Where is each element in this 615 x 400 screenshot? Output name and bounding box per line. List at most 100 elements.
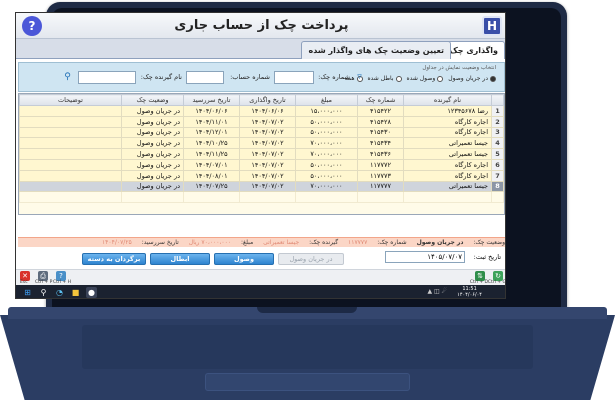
- filter-icon[interactable]: ▿: [353, 71, 366, 84]
- check-number-input[interactable]: [274, 71, 314, 84]
- search-icon[interactable]: ⚲: [38, 287, 49, 298]
- detail-payee-value: جیسا تعمیراتی: [263, 239, 300, 246]
- cell-amount: ۷۰،۰۰۰،۰۰۰: [295, 148, 358, 160]
- header-description[interactable]: توضیحات: [19, 94, 122, 106]
- cell-amount: ۱۵،۰۰۰،۰۰۰: [295, 105, 358, 117]
- edge-browser-icon[interactable]: ◔: [54, 287, 65, 298]
- keyboard-area: [82, 325, 533, 369]
- cell-payee: اجاره کارگاه: [403, 158, 492, 171]
- cell-due-date: ۱۴۰۴/۱۲/۰۱: [183, 126, 240, 139]
- table-row[interactable]: 1 رضا ۱۲۳۴۵۶۷۸ ۴۱۵۴۲۲ ۱۵،۰۰۰،۰۰۰ ۱۴۰۴/۰۶…: [19, 105, 504, 117]
- taskbar-clock[interactable]: 11:51 ۱۴۰۴/۰۶/۰۴: [457, 286, 482, 298]
- row-number: 7: [491, 169, 504, 182]
- checks-table: نام گیرنده شماره چک مبلغ تاریخ واگذاری ت…: [18, 93, 505, 215]
- table-row[interactable]: 5 جیسا تعمیراتی ۴۱۵۴۳۶ ۷۰،۰۰۰،۰۰۰ ۱۴۰۴/۰…: [19, 148, 504, 160]
- cell-check-number: ۴۱۵۴۳۰: [357, 126, 404, 139]
- file-explorer-icon[interactable]: ■: [70, 287, 81, 298]
- cell-assign-date: ۱۴۰۴/۰۷/۰۲: [239, 169, 296, 182]
- laptop-base: [0, 307, 615, 400]
- date-filter-input[interactable]: ۱۴۰۵/۰۷/۰۷: [385, 251, 465, 263]
- radio-in-progress[interactable]: در جریان وصول: [448, 75, 496, 82]
- header-check-number[interactable]: شماره چک: [357, 94, 404, 106]
- cell-payee: جیسا تعمیراتی: [403, 137, 492, 150]
- cell-payee: جیسا تعمیراتی: [403, 180, 492, 193]
- table-row[interactable]: 3 اجاره کارگاه ۴۱۵۴۳۰ ۵۰،۰۰۰،۰۰۰ ۱۴۰۴/۰۷…: [19, 126, 504, 139]
- cell-check-number: ۱۱۷۷۷۷: [357, 180, 404, 193]
- cell-description: [19, 137, 122, 150]
- cell-due-date: ۱۴۰۴/۰۷/۰۱: [183, 158, 240, 171]
- cell-description: [19, 148, 122, 160]
- cell-payee: اجاره کارگاه: [403, 115, 492, 128]
- header-payee[interactable]: نام گیرنده: [403, 94, 492, 106]
- app-taskbar-icon[interactable]: ●: [86, 287, 97, 298]
- cell-amount: ۷۰،۰۰۰،۰۰۰: [295, 137, 358, 150]
- header-amount[interactable]: مبلغ: [295, 94, 358, 106]
- detail-amount-value: ۷۰،۰۰۰،۰۰۰ ریال: [188, 239, 232, 246]
- shortcut-toolbar: ✕ Esc ⎙ Ctrl + P ? Ctrl + H ⇅ Ctrl + D ↻…: [16, 269, 505, 285]
- os-taskbar: ⊞ ⚲ ◔ ■ ● ▲ ◫ ☄ 11:51 ۱۴۰۴/۰۶/۰۴: [16, 285, 505, 298]
- radio-label: باطل شده: [367, 75, 394, 82]
- row-number: 4: [491, 137, 504, 150]
- system-tray: ▲ ◫ ☄: [427, 288, 447, 295]
- cell-description: [19, 158, 122, 171]
- window-title: پرداخت چک از حساب جاری: [174, 18, 349, 33]
- cell-description: [19, 126, 122, 139]
- table-row[interactable]: 6 اجاره کارگاه ۱۱۷۷۷۲ ۵۰،۰۰۰،۰۰۰ ۱۴۰۴/۰۷…: [19, 158, 504, 171]
- header-assign-date[interactable]: تاریخ واگذاری: [239, 94, 296, 106]
- laptop: ? پرداخت چک از حساب جاری H واگذاری چک تع…: [0, 0, 615, 400]
- detail-due-label: تاریخ سررسید:: [141, 239, 179, 246]
- laptop-notch: [257, 307, 357, 313]
- cell-check-number: ۱۱۷۷۷۲: [357, 158, 404, 171]
- table-row[interactable]: 2 اجاره کارگاه ۴۱۵۴۲۸ ۵۰،۰۰۰،۰۰۰ ۱۴۰۴/۰۷…: [19, 115, 504, 128]
- account-number-input[interactable]: [186, 71, 224, 84]
- collected-button[interactable]: وصول: [214, 253, 274, 265]
- tab-assign-check[interactable]: واگذاری چک: [442, 41, 505, 59]
- header-due-date[interactable]: تاریخ سررسید: [183, 94, 240, 106]
- title-bar: ? پرداخت چک از حساب جاری H: [16, 13, 505, 39]
- app-window: ? پرداخت چک از حساب جاری H واگذاری چک تع…: [15, 12, 506, 299]
- cell-check-number: ۴۱۵۴۳۶: [357, 148, 404, 160]
- cell-assign-date: ۱۴۰۴/۰۷/۰۲: [239, 115, 296, 128]
- header-status[interactable]: وضعیت چک: [121, 94, 184, 106]
- radio-collected[interactable]: وصول شده: [407, 75, 444, 82]
- row-number: 2: [491, 115, 504, 128]
- cell-description: [19, 169, 122, 182]
- cell-amount: ۵۰،۰۰۰،۰۰۰: [295, 115, 358, 128]
- tab-set-status[interactable]: تعیین وضعیت چک های واگذار شده: [301, 41, 451, 59]
- cell-description: [19, 105, 122, 117]
- table-row-selected[interactable]: 8 جیسا تعمیراتی ۱۱۷۷۷۷ ۷۰،۰۰۰،۰۰۰ ۱۴۰۴/۰…: [19, 180, 504, 193]
- cell-status: در جریان وصول: [121, 115, 184, 128]
- table-header-row: نام گیرنده شماره چک مبلغ تاریخ واگذاری ت…: [19, 94, 504, 106]
- detail-check-number-label: شماره چک:: [377, 239, 407, 246]
- cell-status: در جریان وصول: [121, 137, 184, 150]
- table-row[interactable]: 4 جیسا تعمیراتی ۴۱۵۴۳۴ ۷۰،۰۰۰،۰۰۰ ۱۴۰۴/۰…: [19, 137, 504, 150]
- in-progress-button[interactable]: در جریان وصول: [278, 253, 344, 265]
- return-to-checkbook-button[interactable]: برگردان به دسته چک: [82, 253, 146, 274]
- cell-payee: اجاره کارگاه: [403, 126, 492, 139]
- cell-status: در جریان وصول: [121, 126, 184, 139]
- cell-amount: ۵۰،۰۰۰،۰۰۰: [295, 169, 358, 182]
- cell-amount: ۷۰،۰۰۰،۰۰۰: [295, 180, 358, 193]
- table-row[interactable]: 7 اجاره کارگاه ۱۱۷۷۷۳ ۵۰،۰۰۰،۰۰۰ ۱۴۰۴/۰۷…: [19, 169, 504, 182]
- row-number: 3: [491, 126, 504, 139]
- detail-payee-label: گیرنده چک:: [309, 239, 339, 246]
- cell-status: در جریان وصول: [121, 105, 184, 117]
- windows-start-icon[interactable]: ⊞: [22, 287, 33, 298]
- cell-assign-date: ۱۴۰۴/۰۶/۰۶: [239, 105, 296, 117]
- detail-check-number-value: ۱۱۷۷۷۷: [348, 239, 368, 246]
- void-button[interactable]: ابطال: [150, 253, 210, 265]
- cell-status: در جریان وصول: [121, 169, 184, 182]
- search-icon[interactable]: ⚲: [61, 71, 74, 84]
- cell-due-date: ۱۴۰۴/۰۷/۲۵: [183, 180, 240, 193]
- status-radio-group: در جریان وصول وصول شده باطل شده همه: [345, 75, 496, 82]
- cell-assign-date: ۱۴۰۴/۰۷/۰۲: [239, 137, 296, 150]
- taskbar-date: ۱۴۰۴/۰۶/۰۴: [457, 292, 482, 298]
- radio-dot: [490, 75, 496, 82]
- payee-label: نام گیرنده چک:: [140, 73, 182, 81]
- row-number: 1: [491, 105, 504, 117]
- radio-void[interactable]: باطل شده: [368, 75, 402, 82]
- payee-input[interactable]: [78, 71, 136, 84]
- cell-check-number: ۴۱۵۴۳۴: [357, 137, 404, 150]
- cell-payee: رضا ۱۲۳۴۵۶۷۸: [403, 105, 492, 117]
- cell-due-date: ۱۴۰۴/۰۶/۰۶: [183, 105, 240, 117]
